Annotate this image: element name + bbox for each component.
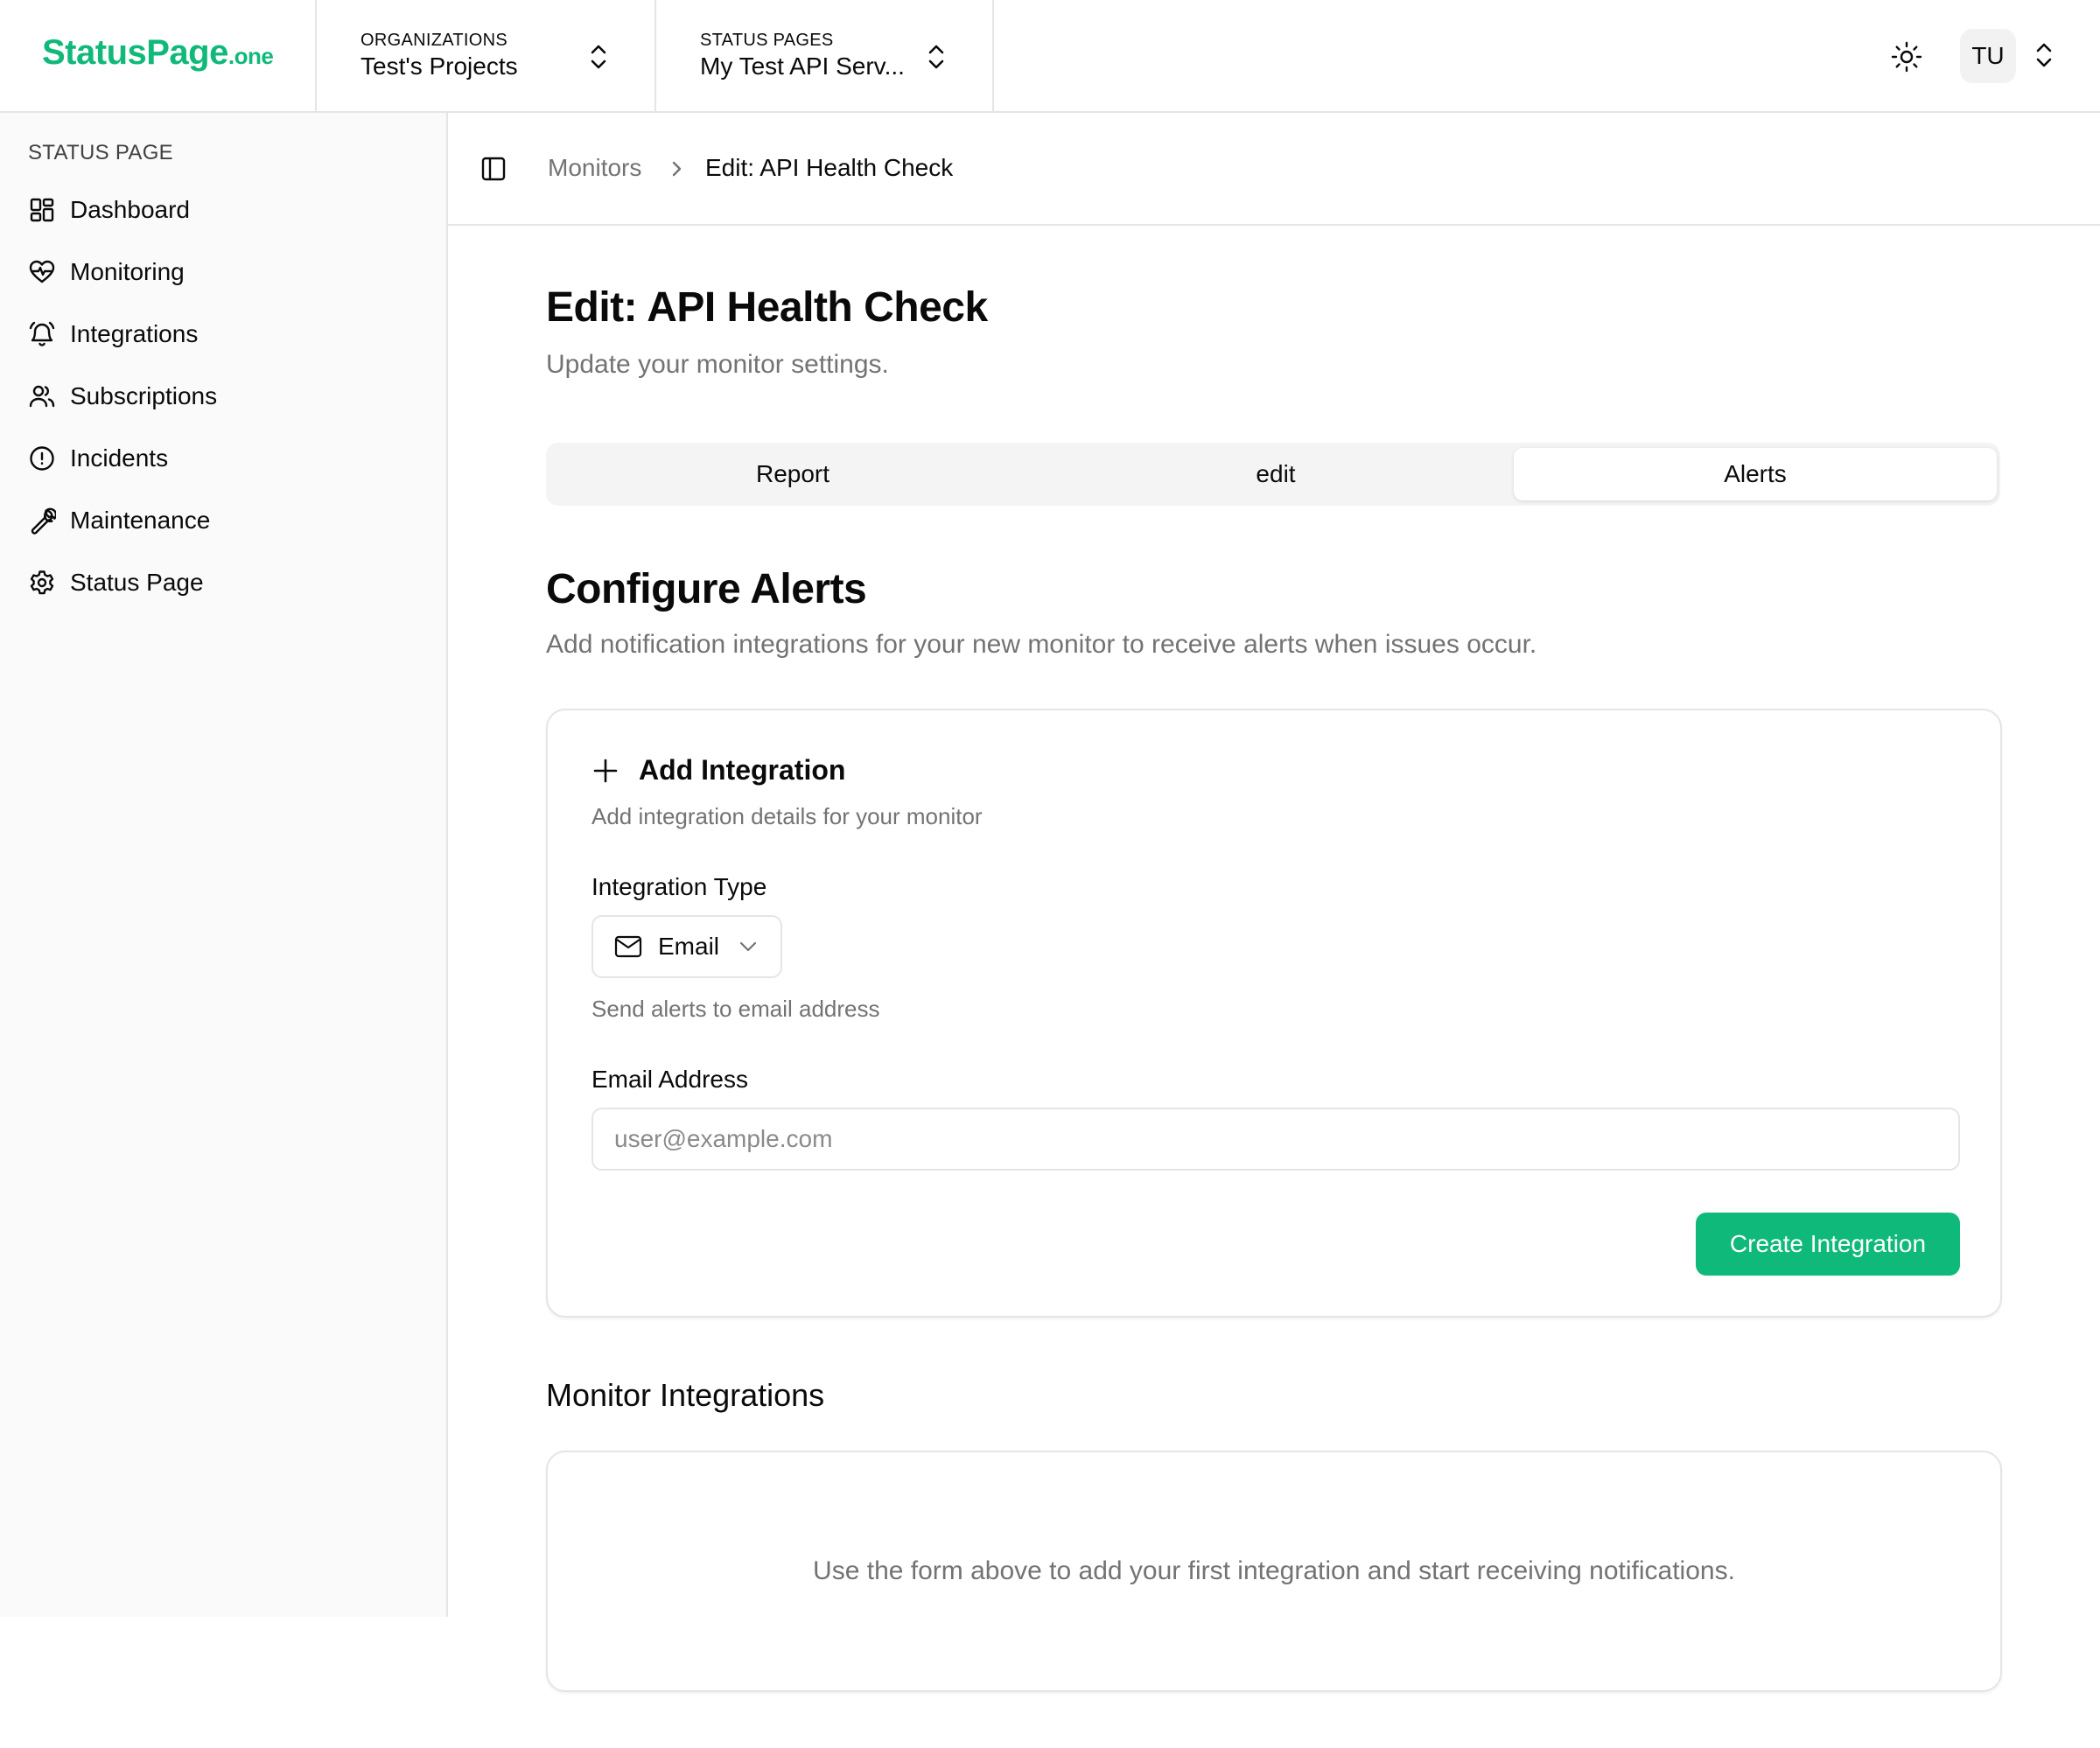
sidebar-item-label: Subscriptions: [70, 382, 218, 409]
configure-alerts-subtitle: Add notification integrations for your n…: [546, 630, 1537, 659]
sidebar-item-subscriptions[interactable]: Subscriptions: [28, 375, 413, 417]
plus-icon: [593, 759, 618, 782]
bell-ring-icon: [29, 321, 55, 346]
user-avatar[interactable]: TU: [1960, 29, 2016, 83]
integration-type-value: Email: [658, 933, 720, 960]
sun-icon[interactable]: [1890, 40, 1923, 73]
sidebar-item-integrations[interactable]: Integrations: [28, 313, 413, 355]
organization-caption: ORGANIZATIONS: [360, 31, 508, 50]
monitor-integrations-card: Use the form above to add your first int…: [546, 1451, 2002, 1692]
mail-icon: [614, 935, 642, 958]
page-title: Edit: API Health Check: [546, 284, 988, 331]
breadcrumb-current: Edit: API Health Check: [705, 154, 954, 181]
integration-type-select[interactable]: Email: [592, 915, 782, 978]
sidebar-item-label: Monitoring: [70, 258, 185, 285]
status-page-switcher[interactable]: STATUS PAGES My Test API Serv...: [654, 0, 994, 112]
add-integration-header: Add Integration: [592, 754, 845, 787]
brand-logo[interactable]: StatusPage.one: [42, 33, 274, 73]
integration-type-help: Send alerts to email address: [592, 996, 880, 1022]
sidebar-section-title: STATUS PAGE: [28, 141, 173, 164]
organization-switcher[interactable]: ORGANIZATIONS Test's Projects: [315, 0, 654, 112]
create-integration-button[interactable]: Create Integration: [1696, 1213, 1960, 1276]
settings-icon: [30, 570, 54, 595]
sidebar-item-label: Status Page: [70, 569, 204, 596]
chevrons-up-down-icon: [928, 45, 944, 69]
sidebar-item-label: Dashboard: [70, 196, 190, 223]
monitor-integrations-title: Monitor Integrations: [546, 1377, 825, 1413]
tab-alerts[interactable]: Alerts: [1514, 448, 1997, 500]
sidebar-item-status-page[interactable]: Status Page: [28, 562, 413, 604]
chevrons-up-down-icon: [591, 45, 606, 69]
dashboard-icon: [30, 198, 54, 222]
page-subtitle: Update your monitor settings.: [546, 350, 889, 379]
tab-report[interactable]: Report: [551, 448, 1034, 500]
sidebar-item-label: Incidents: [70, 444, 169, 472]
sidebar-item-dashboard[interactable]: Dashboard: [28, 189, 413, 231]
status-pages-value: My Test API Serv...: [700, 52, 905, 80]
sidebar-item-label: Maintenance: [70, 507, 211, 534]
add-integration-title: Add Integration: [639, 754, 846, 786]
organization-value: Test's Projects: [360, 52, 518, 80]
wrench-icon: [31, 507, 56, 535]
heart-pulse-icon: [29, 260, 55, 283]
email-address-input[interactable]: [592, 1108, 1960, 1171]
breadcrumb-monitors-link[interactable]: Monitors: [548, 154, 641, 182]
chevrons-up-down-icon[interactable]: [2032, 40, 2056, 70]
empty-state-message: Use the form above to add your first int…: [813, 1556, 1735, 1585]
sidebar-item-maintenance[interactable]: Maintenance: [28, 500, 413, 542]
sidebar: STATUS PAGE Dashboard Monitoring Integra…: [0, 113, 448, 1617]
sidebar-item-incidents[interactable]: Incidents: [28, 437, 413, 479]
monitor-tabs: Report edit Alerts: [546, 443, 2000, 506]
integration-type-label: Integration Type: [592, 873, 767, 900]
sidebar-item-monitoring[interactable]: Monitoring: [28, 251, 413, 293]
top-header: StatusPage.one ORGANIZATIONS Test's Proj…: [0, 0, 2100, 113]
alert-circle-icon: [30, 446, 54, 471]
status-pages-caption: STATUS PAGES: [700, 31, 834, 50]
breadcrumb-bar: Monitors Edit: API Health Check: [448, 113, 2100, 226]
brand-suffix: .one: [228, 43, 274, 69]
sidebar-item-label: Integrations: [70, 320, 199, 347]
chevron-right-icon: [672, 161, 682, 177]
add-integration-description: Add integration details for your monitor: [592, 803, 983, 829]
add-integration-card: Add Integration Add integration details …: [546, 709, 2002, 1318]
sidebar-toggle-icon[interactable]: [480, 155, 508, 183]
tab-edit[interactable]: edit: [1034, 448, 1517, 500]
configure-alerts-title: Configure Alerts: [546, 566, 867, 612]
email-address-label: Email Address: [592, 1066, 748, 1093]
chevron-down-icon: [739, 941, 757, 952]
users-icon: [29, 385, 55, 408]
brand-name: StatusPage: [42, 33, 228, 72]
